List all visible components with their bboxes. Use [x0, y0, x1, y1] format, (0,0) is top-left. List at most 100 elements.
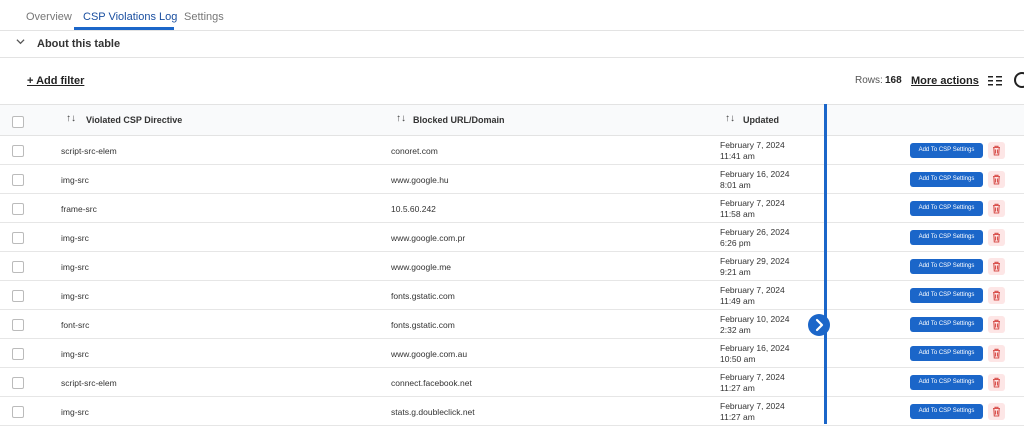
- updated-date-cell: February 10, 2024: [720, 314, 790, 324]
- directive-cell: img-src: [61, 291, 89, 301]
- updated-date-cell: February 7, 2024: [720, 372, 785, 382]
- blocked-url-cell: www.google.hu: [391, 175, 449, 185]
- add-to-csp-settings-button[interactable]: Add To CSP Settings: [910, 201, 983, 216]
- table-row[interactable]: img-src www.google.com.au February 16, 202…: [0, 339, 1024, 368]
- table-row[interactable]: img-src www.google.hu February 16, 2024 8:0…: [0, 165, 1024, 194]
- columns-icon[interactable]: [988, 74, 1002, 86]
- add-to-csp-settings-button[interactable]: Add To CSP Settings: [910, 172, 983, 187]
- panel-divider[interactable]: [824, 104, 827, 424]
- row-checkbox[interactable]: [12, 261, 24, 273]
- updated-time-cell: 11:41 am: [720, 151, 755, 161]
- row-checkbox[interactable]: [12, 377, 24, 389]
- trash-icon: [993, 377, 1000, 388]
- trash-icon: [993, 174, 1000, 185]
- table-row[interactable]: font-src fonts.gstatic.com February 10, 20…: [0, 310, 1024, 339]
- row-checkbox[interactable]: [12, 174, 24, 186]
- directive-cell: img-src: [61, 175, 89, 185]
- about-table-toggle[interactable]: About this table: [0, 31, 1024, 58]
- delete-button[interactable]: [988, 345, 1005, 362]
- blocked-url-cell: www.google.com.au: [391, 349, 468, 359]
- chevron-right-icon: [815, 318, 824, 332]
- add-to-csp-settings-button[interactable]: Add To CSP Settings: [910, 346, 983, 361]
- blocked-url-cell: www.google.com.pr: [391, 233, 466, 243]
- add-to-csp-settings-button[interactable]: Add To CSP Settings: [910, 288, 983, 303]
- blocked-url-cell: 10.5.60.242: [391, 204, 436, 214]
- sort-icon[interactable]: ↑↓: [66, 113, 76, 124]
- column-header-updated[interactable]: Updated: [743, 115, 779, 125]
- add-to-csp-settings-button[interactable]: Add To CSP Settings: [910, 404, 983, 419]
- add-to-csp-settings-button[interactable]: Add To CSP Settings: [910, 143, 983, 158]
- rows-label: Rows:: [855, 75, 883, 86]
- directive-cell: frame-src: [61, 204, 97, 214]
- directive-cell: img-src: [61, 349, 89, 359]
- table-row[interactable]: img-src www.google.com.pr February 26, 202…: [0, 223, 1024, 252]
- directive-cell: img-src: [61, 262, 89, 272]
- tab-overview[interactable]: Overview: [26, 11, 72, 23]
- column-header-directive[interactable]: Violated CSP Directive: [86, 115, 182, 125]
- tab-settings[interactable]: Settings: [184, 11, 224, 23]
- delete-button[interactable]: [988, 142, 1005, 159]
- updated-date-cell: February 26, 2024: [720, 227, 790, 237]
- row-checkbox[interactable]: [12, 319, 24, 331]
- tab-csp-violations-log[interactable]: CSP Violations Log: [83, 11, 177, 23]
- active-tab-indicator: [74, 27, 174, 30]
- row-checkbox[interactable]: [12, 232, 24, 244]
- add-to-csp-settings-button[interactable]: Add To CSP Settings: [910, 259, 983, 274]
- row-checkbox[interactable]: [12, 406, 24, 418]
- directive-cell: img-src: [61, 233, 89, 243]
- table-row[interactable]: script-src-elem conoret.com February 7, 20…: [0, 136, 1024, 165]
- directive-cell: script-src-elem: [61, 146, 117, 156]
- updated-date-cell: February 16, 2024: [720, 343, 790, 353]
- trash-icon: [993, 319, 1000, 330]
- trash-icon: [993, 145, 1000, 156]
- delete-button[interactable]: [988, 171, 1005, 188]
- row-checkbox[interactable]: [12, 290, 24, 302]
- updated-time-cell: 9:21 am: [720, 267, 751, 277]
- column-header-blocked[interactable]: Blocked URL/Domain: [413, 115, 505, 125]
- directive-cell: font-src: [61, 320, 90, 330]
- delete-button[interactable]: [988, 403, 1005, 420]
- table-row[interactable]: img-src stats.g.doubleclick.net February 7…: [0, 397, 1024, 426]
- updated-date-cell: February 7, 2024: [720, 401, 785, 411]
- blocked-url-cell: fonts.gstatic.com: [391, 320, 455, 330]
- row-checkbox[interactable]: [12, 145, 24, 157]
- about-table-label: About this table: [37, 38, 121, 50]
- updated-time-cell: 11:27 am: [720, 412, 755, 422]
- table-row[interactable]: img-src www.google.me February 29, 2024 9:2…: [0, 252, 1024, 281]
- add-to-csp-settings-button[interactable]: Add To CSP Settings: [910, 317, 983, 332]
- rows-count: 168: [885, 75, 902, 86]
- settings-circle-icon[interactable]: [1014, 72, 1024, 88]
- trash-icon: [993, 203, 1000, 214]
- blocked-url-cell: stats.g.doubleclick.net: [391, 407, 475, 417]
- updated-time-cell: 8:01 am: [720, 180, 751, 190]
- delete-button[interactable]: [988, 200, 1005, 217]
- add-to-csp-settings-button[interactable]: Add To CSP Settings: [910, 375, 983, 390]
- expand-panel-button[interactable]: [808, 314, 830, 336]
- trash-icon: [993, 348, 1000, 359]
- updated-time-cell: 6:26 pm: [720, 238, 751, 248]
- sort-icon[interactable]: ↑↓: [725, 113, 735, 124]
- blocked-url-cell: fonts.gstatic.com: [391, 291, 455, 301]
- row-checkbox[interactable]: [12, 348, 24, 360]
- delete-button[interactable]: [988, 374, 1005, 391]
- more-actions-link[interactable]: More actions: [911, 75, 979, 87]
- sort-icon[interactable]: ↑↓: [396, 113, 406, 124]
- updated-time-cell: 2:32 am: [720, 325, 751, 335]
- add-to-csp-settings-button[interactable]: Add To CSP Settings: [910, 230, 983, 245]
- add-filter-link[interactable]: + Add filter: [27, 75, 84, 87]
- updated-date-cell: February 7, 2024: [720, 285, 785, 295]
- updated-date-cell: February 16, 2024: [720, 169, 790, 179]
- row-checkbox[interactable]: [12, 203, 24, 215]
- chevron-down-icon: [16, 37, 25, 49]
- blocked-url-cell: connect.facebook.net: [391, 378, 472, 388]
- updated-time-cell: 11:27 am: [720, 383, 755, 393]
- delete-button[interactable]: [988, 287, 1005, 304]
- tab-bar: Overview CSP Violations Log Settings: [0, 0, 1024, 31]
- table-row[interactable]: script-src-elem connect.facebook.net Febru…: [0, 368, 1024, 397]
- delete-button[interactable]: [988, 229, 1005, 246]
- table-row[interactable]: img-src fonts.gstatic.com February 7, 2024…: [0, 281, 1024, 310]
- select-all-checkbox[interactable]: [12, 116, 24, 128]
- table-row[interactable]: frame-src 10.5.60.242 February 7, 2024 11:5…: [0, 194, 1024, 223]
- delete-button[interactable]: [988, 316, 1005, 333]
- delete-button[interactable]: [988, 258, 1005, 275]
